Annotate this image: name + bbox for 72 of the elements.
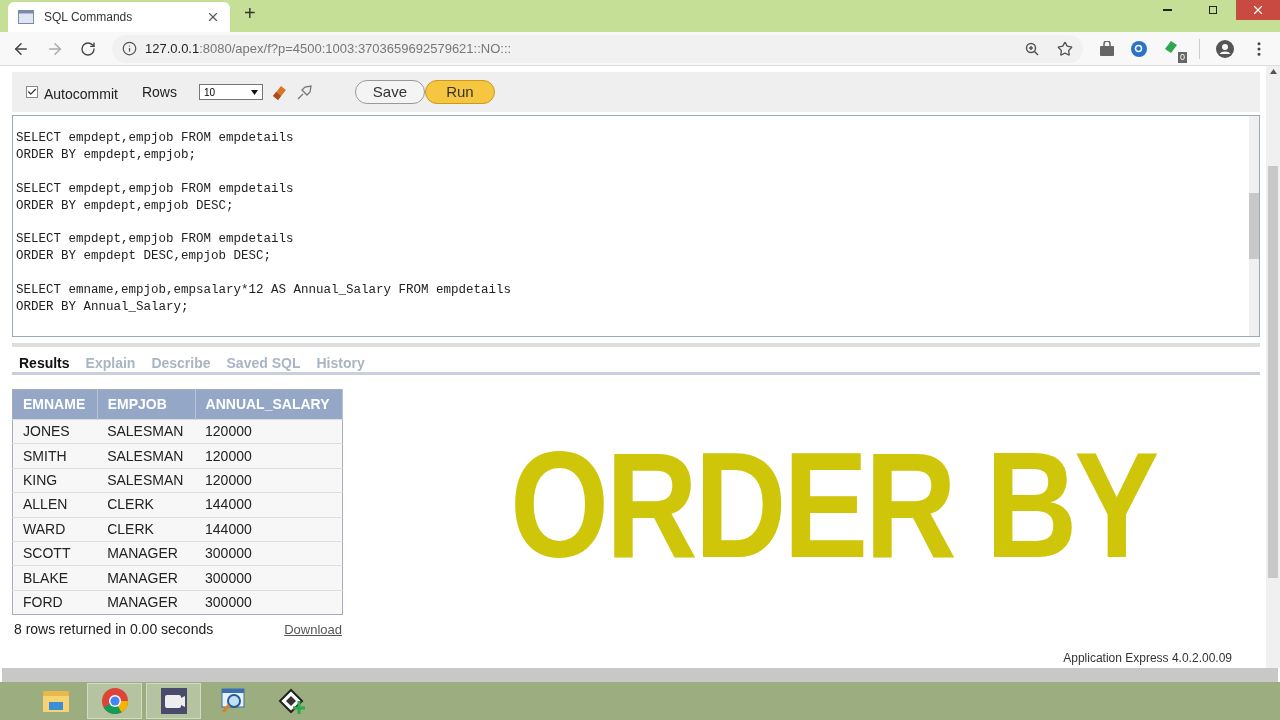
browser-logo-icon (100, 687, 129, 715)
table-cell: SCOTT (12, 541, 98, 566)
table-cell: CLERK (97, 492, 196, 518)
reload-icon[interactable] (80, 40, 96, 57)
film-plus-icon (276, 687, 307, 715)
editor-scrollbar[interactable] (1249, 116, 1259, 336)
code-line: SELECT empdept,empjob FROM empdetails (16, 180, 295, 198)
table-cell: SALESMAN (97, 468, 196, 493)
table-cell: SALESMAN (97, 443, 196, 469)
camera-icon (159, 687, 188, 715)
new-tab-button[interactable]: + (244, 0, 256, 28)
code-line: ORDER BY Annual_Salary; (16, 299, 190, 316)
extension-icon[interactable] (1163, 38, 1179, 55)
table-cell: ALLEN (12, 492, 98, 518)
table-cell: 300000 (195, 590, 343, 615)
table-cell: MANAGER (97, 541, 196, 566)
profile-icon[interactable] (1216, 39, 1234, 58)
save-button[interactable]: Save (354, 80, 425, 104)
version-footer: Application Express 4.0.2.00.09 (1063, 649, 1232, 667)
table-cell: 120000 (195, 443, 343, 469)
taskbar-button[interactable] (146, 683, 201, 719)
scroll-up-icon[interactable] (1269, 69, 1277, 74)
run-button[interactable]: Run (424, 80, 495, 104)
result-tab[interactable]: Results (19, 353, 70, 372)
autocommit-label: Autocommit (44, 84, 118, 104)
table-cell: KING (12, 468, 98, 493)
horizontal-scrollbar[interactable] (2, 668, 1278, 682)
page-scrollbar[interactable] (1266, 66, 1280, 668)
table-cell: MANAGER (97, 590, 196, 615)
code-line: SELECT empdept,empjob FROM empdetails (16, 130, 295, 147)
code-line: ORDER BY empdept,empjob; (16, 146, 198, 164)
tab-title: SQL Commands (44, 9, 134, 26)
address-field[interactable]: 127.0.0.1:8080/apex/f?p=4500:1003:3703659692579621::NO::: (112, 34, 1083, 63)
status-text: 8 rows returned in 0.00 seconds (14, 620, 214, 640)
table-cell: FORD (12, 590, 98, 615)
table-cell: 120000 (195, 468, 343, 493)
dropdown-arrow-icon (250, 89, 258, 95)
sql-editor[interactable] (12, 115, 1260, 337)
table-cell: 144000 (195, 492, 343, 518)
search-extension-icon[interactable] (1131, 40, 1147, 57)
extension-badge: 0 (1178, 51, 1187, 63)
table-cell: 120000 (195, 419, 343, 444)
code-line: SELECT empdept,empjob FROM empdetails (16, 231, 295, 249)
browser-tab[interactable]: SQL Commands (8, 2, 230, 32)
table-cell: WARD (12, 517, 98, 542)
table-cell: MANAGER (97, 565, 196, 591)
code-line: SELECT emname,empjob,empsalary*12 AS Annual_Salary FROM empdetails (16, 282, 513, 299)
bookmark-star-icon[interactable] (1057, 40, 1073, 57)
url-text: 127.0.0.1:8080/apex/f?p=4500:1003:3703659692579621::NO::: (145, 39, 513, 58)
table-cell: SALESMAN (97, 419, 196, 444)
code-line: ORDER BY empdept,empjob DESC; (16, 197, 235, 215)
download-link[interactable]: Download (284, 619, 342, 640)
table-cell: 300000 (195, 541, 343, 566)
page-icon (18, 10, 34, 24)
shopping-bag-icon[interactable] (1099, 40, 1115, 57)
close-icon (1251, 3, 1265, 17)
folder-icon (41, 688, 70, 714)
magnifier-window-icon (218, 687, 247, 715)
table-cell: 144000 (195, 517, 343, 542)
zoom-icon[interactable] (1025, 41, 1039, 56)
table-cell: 300000 (195, 565, 343, 591)
rows-select[interactable]: 10 (198, 84, 263, 100)
title-overlay: ORDER BY (510, 430, 1156, 580)
close-tab-icon[interactable] (206, 10, 220, 24)
code-line: ORDER BY empdept DESC,empjob DESC; (16, 248, 273, 266)
table-cell: SMITH (12, 443, 98, 469)
table-cell: CLERK (97, 517, 196, 542)
table-cell: BLAKE (12, 565, 98, 591)
table-cell: JONES (12, 419, 98, 444)
rows-label: Rows (141, 82, 177, 102)
autocommit-checkbox[interactable] (26, 86, 38, 98)
info-icon (122, 41, 137, 56)
